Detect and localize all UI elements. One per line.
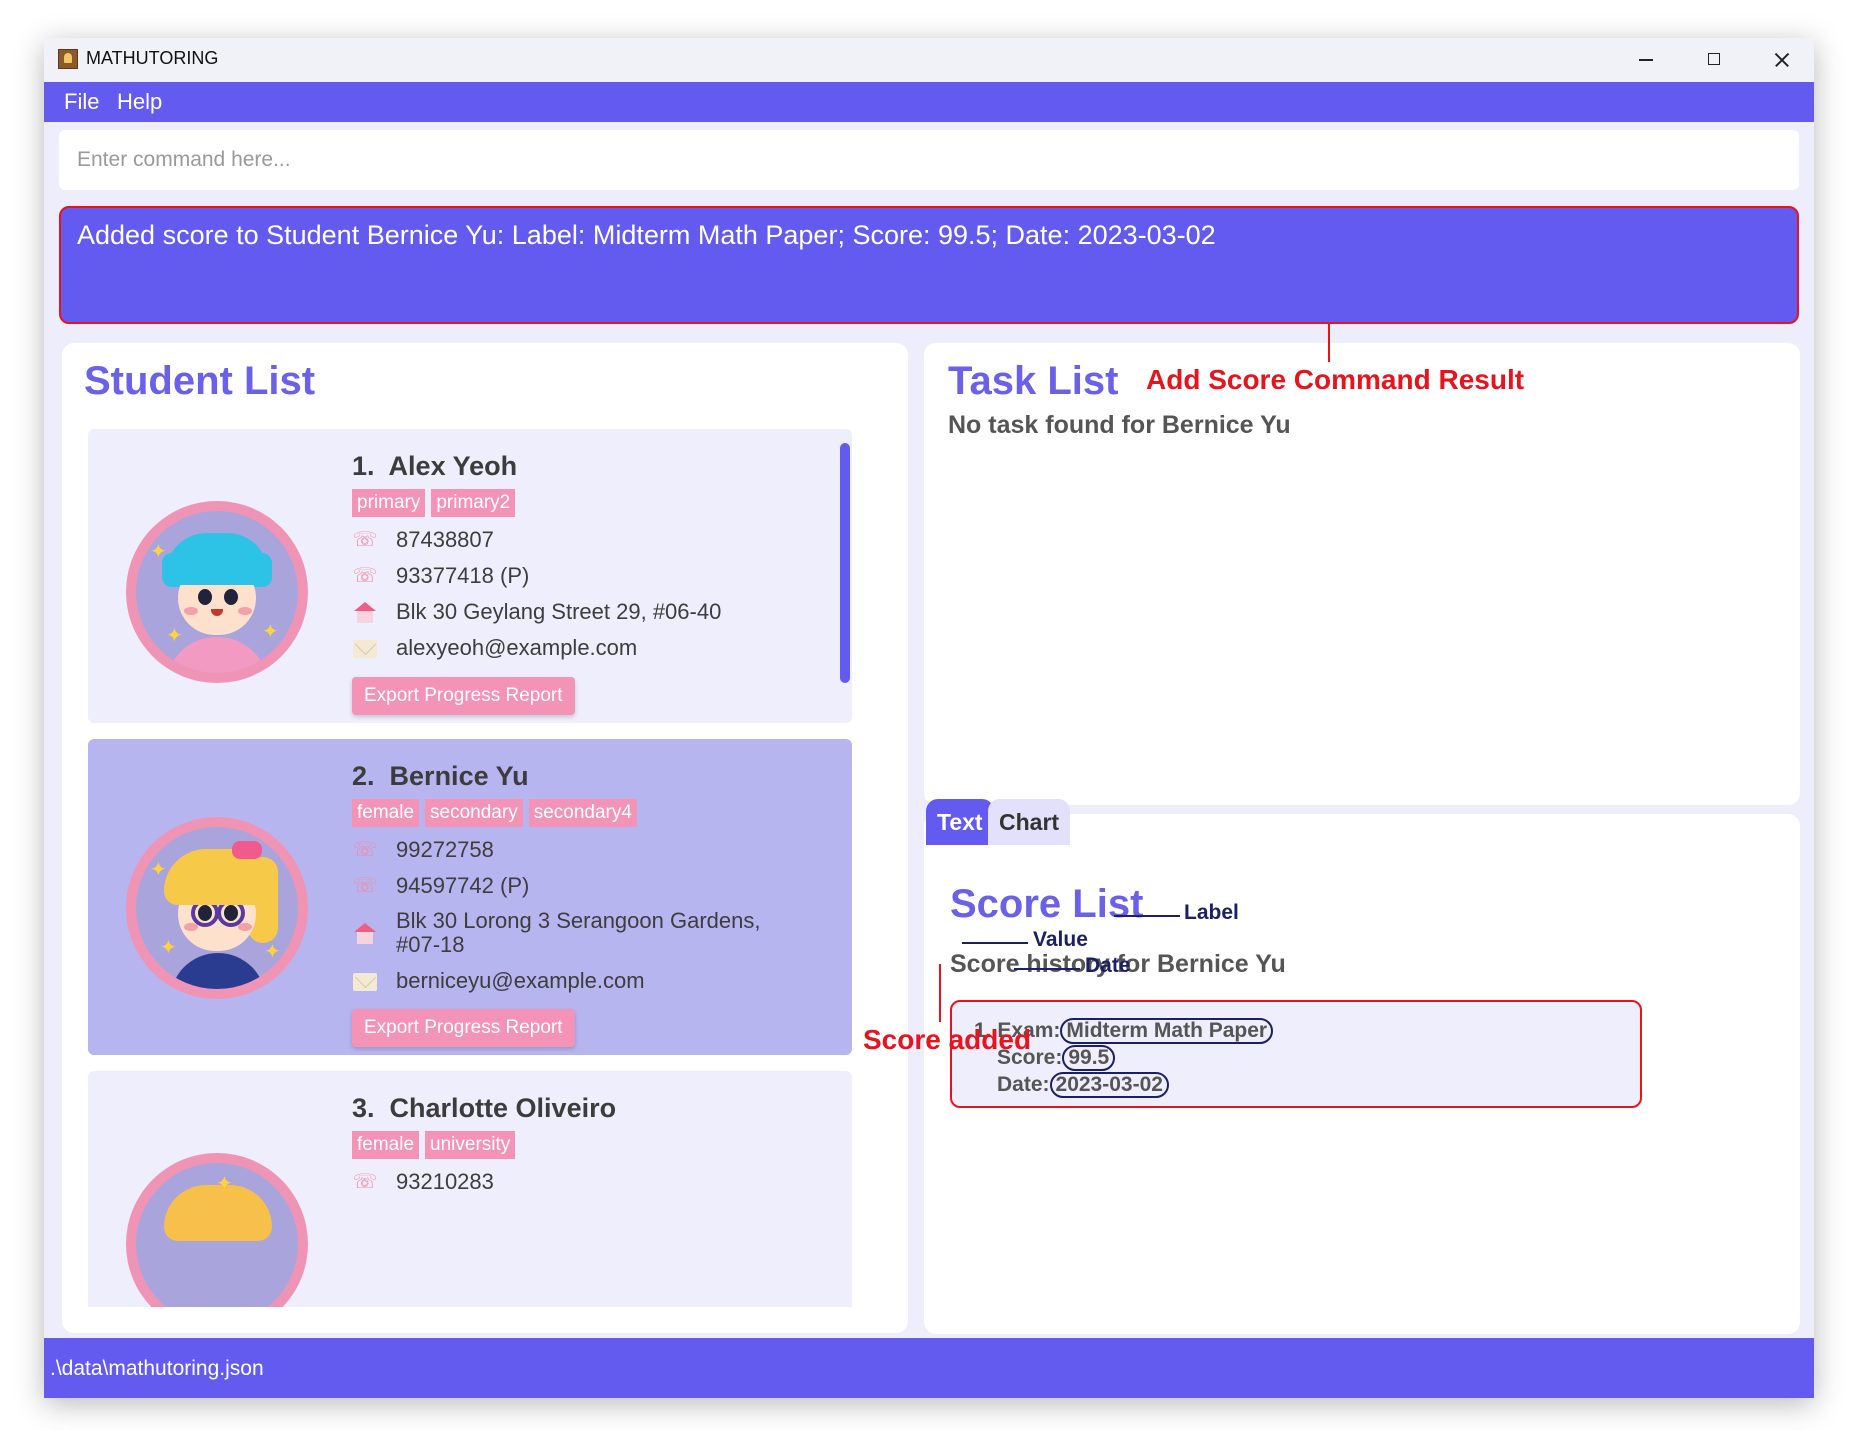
avatar: ✦ (126, 1153, 308, 1307)
phone-icon: ☏ (352, 1171, 378, 1193)
menu-bar: File Help (44, 82, 1814, 122)
tag-list: female secondary secondary4 (352, 799, 643, 827)
phone-icon: ☏ (352, 565, 378, 587)
home-icon (354, 923, 376, 945)
score-list-heading: Score List (950, 882, 1144, 926)
tab-text[interactable]: Text (926, 799, 994, 845)
annotation-connector (939, 964, 941, 1022)
student-card[interactable]: ✦ 3. Charlotte Oliveiro female university… (88, 1071, 852, 1307)
avatar: ✦ ✦ ✦ (126, 817, 308, 999)
menu-help[interactable]: Help (117, 89, 162, 115)
address-row: Blk 30 Geylang Street 29, #06-40 (352, 598, 832, 628)
student-info: 3. Charlotte Oliveiro female university ☏… (352, 1093, 832, 1213)
task-list-heading: Task List (948, 359, 1119, 403)
student-name: 2. Bernice Yu (352, 761, 529, 791)
minimize-button[interactable] (1612, 38, 1680, 82)
phone-row: ☏ 93210283 (352, 1168, 832, 1198)
address-line-1: Blk 30 Lorong 3 Serangoon Gardens, (396, 908, 761, 933)
student-card[interactable]: ✦ ✦ ✦ 1. Alex Yeoh primary primary2 ☏ 874… (88, 429, 852, 723)
menu-file[interactable]: File (64, 89, 99, 115)
annotation-connector (1014, 968, 1080, 970)
tag: primary (352, 489, 426, 517)
email: berniceyu@example.com (396, 968, 645, 993)
phone-row: ☏ 87438807 (352, 526, 832, 556)
tag-list: primary primary2 (352, 489, 521, 517)
student-name: 1. Alex Yeoh (352, 451, 518, 481)
address: Blk 30 Geylang Street 29, #06-40 (396, 599, 722, 624)
tag: secondary4 (528, 799, 637, 827)
phone-number: 99272758 (396, 837, 494, 862)
window-title: MATHUTORING (86, 48, 219, 68)
tag: university (425, 1131, 516, 1159)
parent-phone-row: ☏ 94597742 (P) (352, 872, 832, 902)
parent-phone-number: 93377418 (P) (396, 563, 530, 588)
parent-phone-number: 94597742 (P) (396, 873, 530, 898)
annotation-label: Label (1184, 901, 1239, 924)
email: alexyeoh@example.com (396, 635, 638, 660)
export-progress-report-button[interactable]: Export Progress Report (352, 1009, 575, 1047)
date-prefix: Date: (997, 1073, 1050, 1096)
score-entry: 1. Exam: Midterm Math Paper Score: 99.5 Da… (950, 1000, 1642, 1108)
avatar: ✦ ✦ ✦ (126, 501, 308, 683)
email-row: alexyeoh@example.com (352, 634, 832, 664)
annotation-date: Date (1085, 954, 1131, 977)
tag-list: female university (352, 1131, 521, 1159)
annotation-connector (1328, 324, 1330, 362)
export-progress-report-button[interactable]: Export Progress Report (352, 677, 575, 715)
tag: female (352, 1131, 420, 1159)
student-info: 1. Alex Yeoh primary primary2 ☏ 87438807 … (352, 451, 832, 715)
maximize-button[interactable] (1680, 38, 1748, 82)
address-row: Blk 30 Lorong 3 Serangoon Gardens, #07-1… (352, 907, 832, 963)
task-list-panel: Task List No task found for Bernice Yu (924, 343, 1800, 805)
email-row: berniceyu@example.com (352, 967, 832, 997)
student-info: 2. Bernice Yu female secondary secondary4 … (352, 761, 832, 1051)
title-bar: MATHUTORING (44, 38, 1814, 82)
phone-icon: ☏ (352, 839, 378, 861)
status-bar: .\data\mathutoring.json (44, 1338, 1814, 1398)
address-line-2: #07-18 (396, 932, 465, 957)
phone-icon: ☏ (352, 875, 378, 897)
phone-number: 93210283 (396, 1169, 494, 1194)
annotation-command-result: Add Score Command Result (1146, 364, 1525, 395)
annotation-score-added: Score added (863, 1024, 1032, 1055)
student-list[interactable]: ✦ ✦ ✦ 1. Alex Yeoh primary primary2 ☏ 874… (88, 429, 858, 1307)
score-panel: Text Chart Score List Score history for … (924, 799, 1800, 1334)
phone-icon: ☏ (352, 529, 378, 551)
annotation-value: Value (1033, 928, 1088, 951)
tab-chart[interactable]: Chart (988, 799, 1071, 845)
student-card[interactable]: ✦ ✦ ✦ 2. Bernice Yu female secondary secon… (88, 739, 852, 1055)
date-value: 2023-03-02 (1049, 1072, 1169, 1098)
tag: secondary (425, 799, 523, 827)
student-list-scrollbar[interactable] (840, 443, 850, 683)
home-icon (354, 602, 376, 624)
app-icon (58, 49, 78, 69)
student-list-panel: Student List ✦ ✦ ✦ 1. Alex Yeoh primary … (62, 343, 908, 1333)
task-empty-message: No task found for Bernice Yu (948, 411, 1291, 439)
annotation-connector (1114, 915, 1180, 917)
command-input[interactable] (59, 130, 1799, 190)
mail-icon (353, 973, 377, 991)
parent-phone-row: ☏ 93377418 (P) (352, 562, 832, 592)
student-list-heading: Student List (84, 359, 316, 403)
score-date-line: Date: 2023-03-02 (997, 1072, 1169, 1098)
score-value: 99.5 (1062, 1045, 1116, 1071)
command-result-box: Added score to Student Bernice Yu: Label… (59, 206, 1799, 324)
mail-icon (353, 640, 377, 658)
phone-number: 87438807 (396, 527, 494, 552)
tag: primary2 (431, 489, 516, 517)
command-result-text: Added score to Student Bernice Yu: Label… (77, 220, 1216, 250)
tag: female (352, 799, 420, 827)
close-button[interactable] (1748, 38, 1814, 82)
annotation-connector (962, 942, 1028, 944)
app-window: MATHUTORING File Help Added score to Stu… (44, 38, 1814, 1398)
student-name: 3. Charlotte Oliveiro (352, 1093, 617, 1123)
exam-value: Midterm Math Paper (1060, 1018, 1274, 1044)
phone-row: ☏ 99272758 (352, 836, 832, 866)
data-file-path: .\data\mathutoring.json (50, 1357, 264, 1380)
